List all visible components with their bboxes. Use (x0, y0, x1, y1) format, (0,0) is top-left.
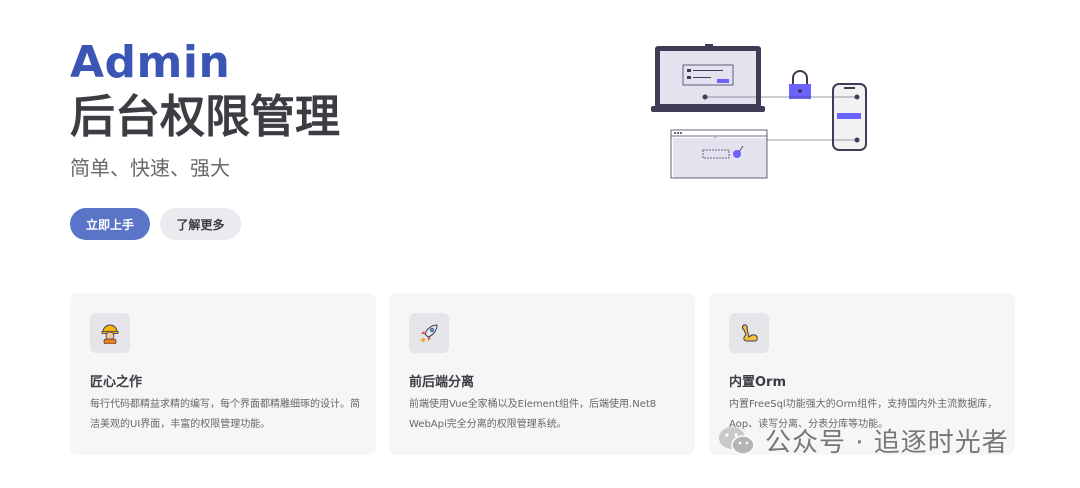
feature-description: 前端使用Vue全家桶以及Element组件，后端使用.Net8 WebApi完全… (409, 399, 657, 430)
product-name: 后台权限管理 (70, 90, 341, 143)
feature-card: 前后端分离 前端使用Vue全家桶以及Element组件，后端使用.Net8 We… (389, 293, 695, 455)
wechat-icon (719, 426, 755, 455)
brand-text: Admin (70, 37, 231, 88)
worker-icon (90, 313, 130, 353)
hero-title: Admin 后台权限管理 (70, 38, 340, 144)
watermark-text: 公众号 · 追逐时光者 (765, 428, 1009, 458)
tagline: 简单、快速、强大 (70, 156, 230, 180)
watermark: 公众号 · 追逐时光者 (717, 422, 1009, 459)
rocket-icon (409, 313, 449, 353)
feature-title: 内置Orm (729, 375, 787, 390)
flexed-biceps-icon (729, 313, 769, 353)
learn-more-button[interactable]: 了解更多 (160, 208, 241, 240)
feature-description: 每行代码都精益求精的编写，每个界面都精雕细琢的设计。简洁美观的UI界面，丰富的权… (90, 399, 360, 430)
feature-title: 前后端分离 (409, 375, 475, 390)
get-started-button[interactable]: 立即上手 (70, 208, 150, 240)
hero-illustration (651, 44, 867, 179)
feature-card: 匠心之作 每行代码都精益求精的编写，每个界面都精雕细琢的设计。简洁美观的UI界面… (70, 293, 376, 455)
feature-title: 匠心之作 (90, 375, 143, 390)
